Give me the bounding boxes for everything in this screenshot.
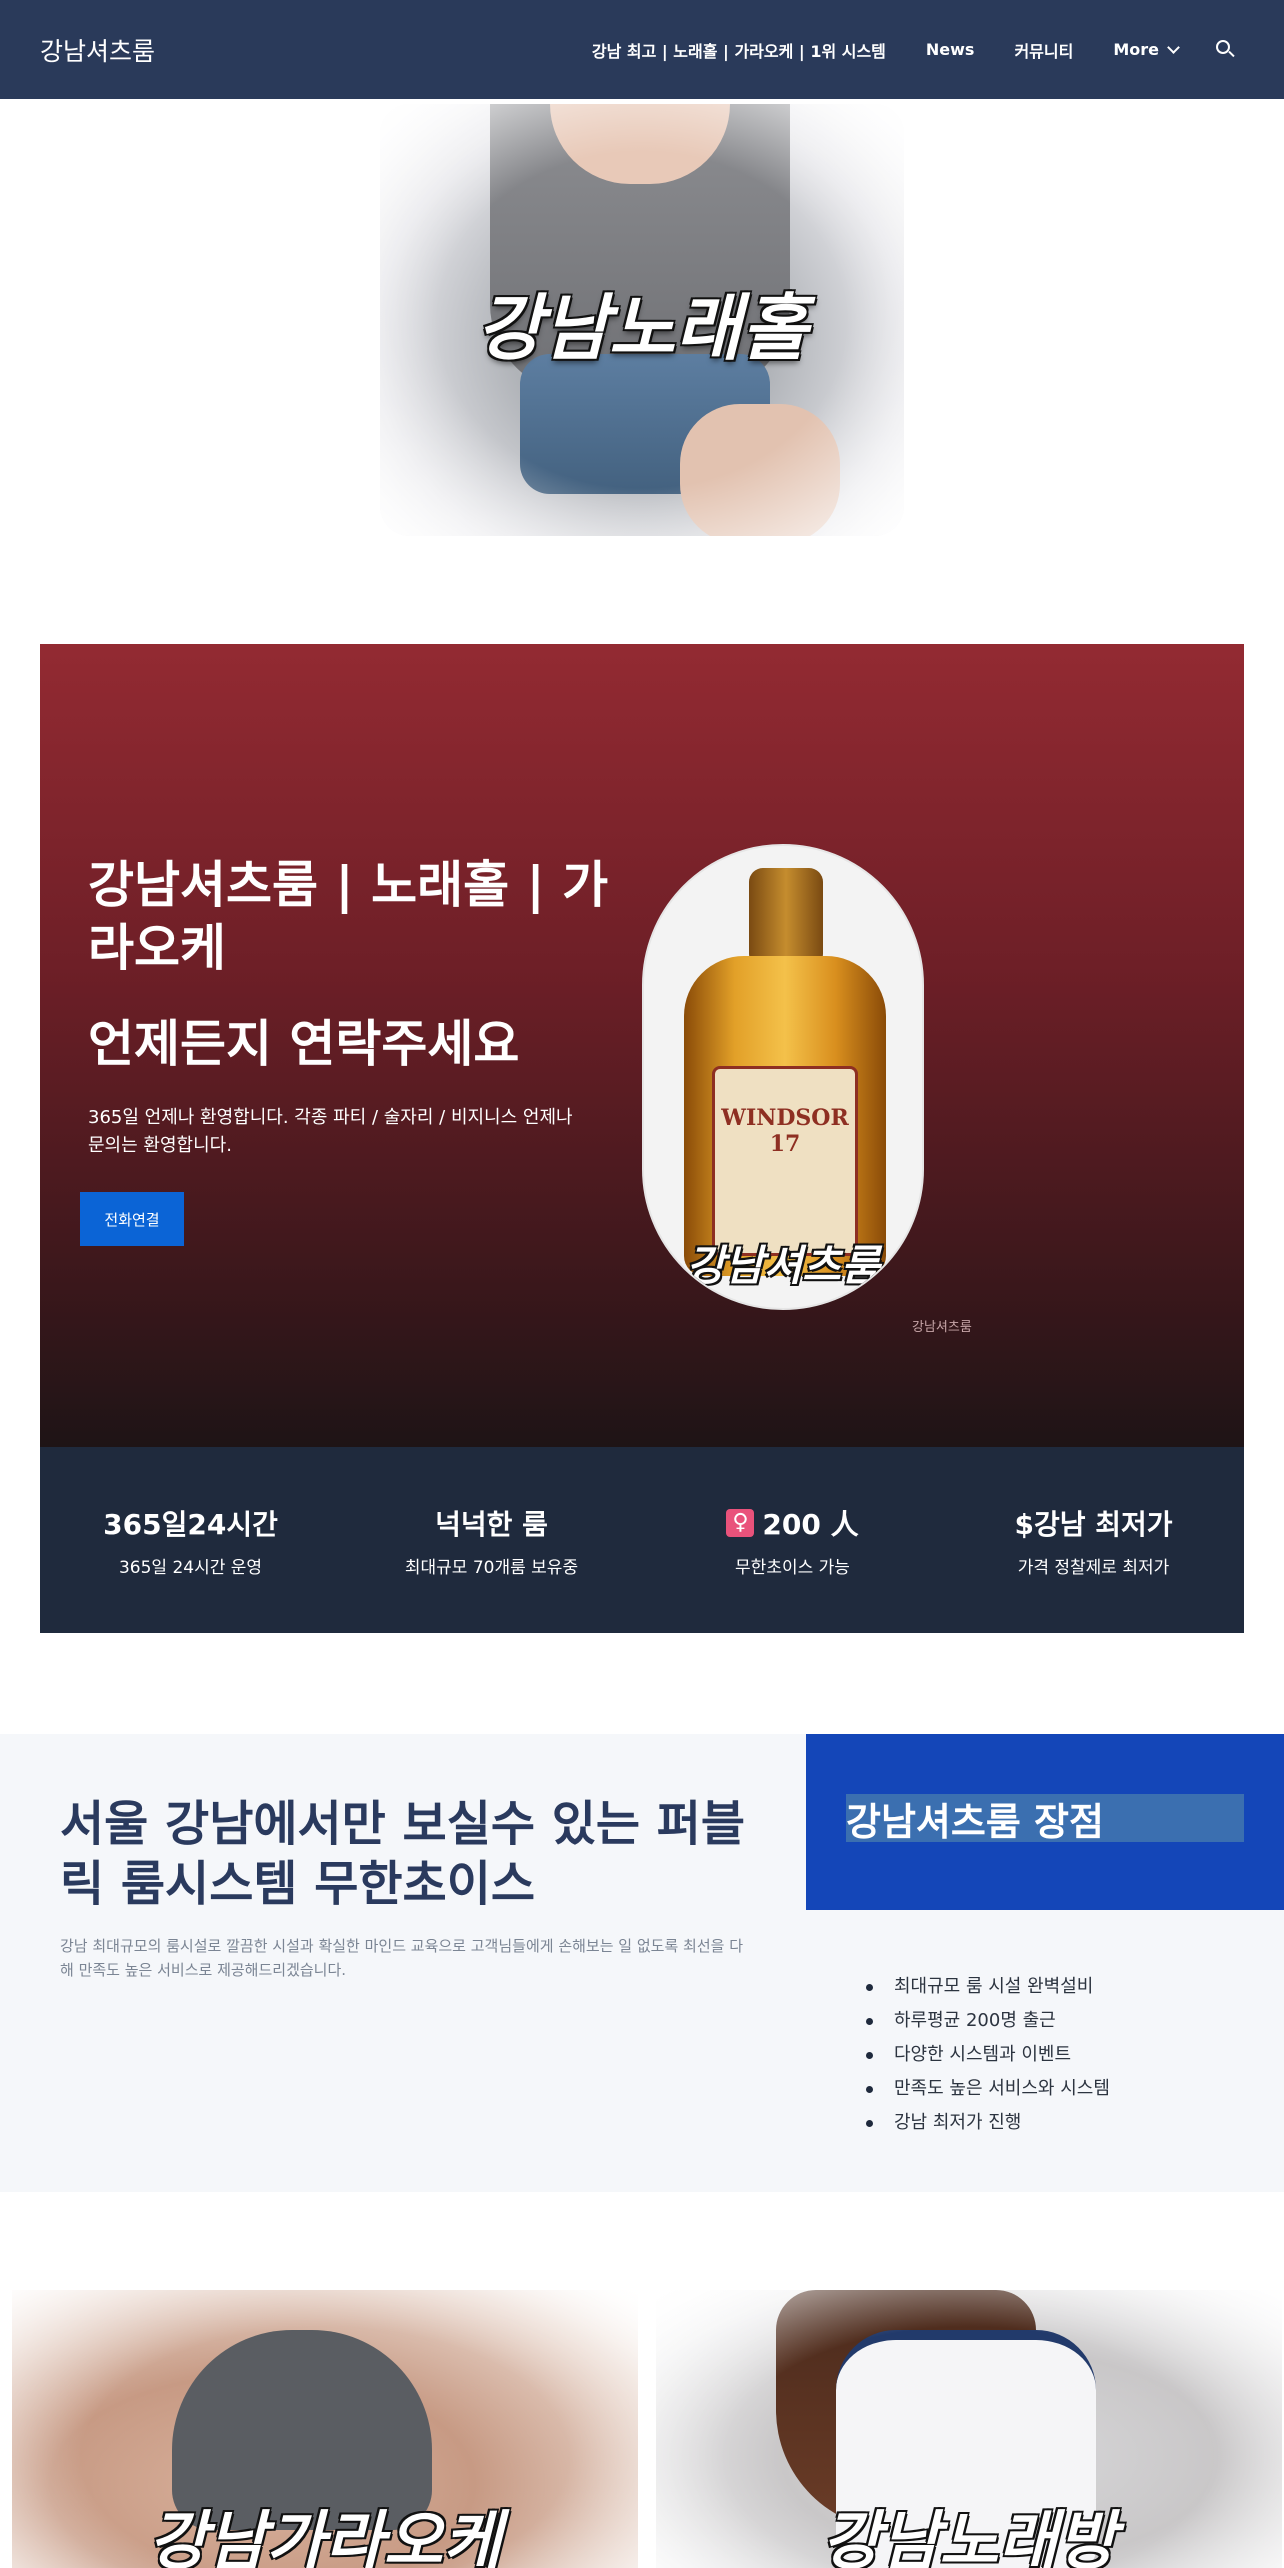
strength-text: 강남 최대규모의 룸시설로 깔끔한 시설과 확실한 마인드 교육으로 고객님들에… [60,1937,743,1979]
feature-rooms: 넉넉한 룸 최대규모 70개룸 보유중 [341,1447,642,1633]
search-icon[interactable] [1206,31,1244,69]
chevron-down-icon [1167,40,1180,54]
bottle-label-text: WINDSOR 17 [721,1105,849,1157]
feature-sub: 365일 24시간 운영 [118,1557,263,1578]
strength-section: 서울 강남에서만 보실수 있는 퍼블릭 룸시스템 무한초이스 강남 최대규모의 … [0,1734,1284,2192]
nav-item-more-label: More [1113,40,1159,59]
features-bar: 365일24시간 365일 24시간 운영 넉넉한 룸 최대규모 70개룸 보유… [40,1447,1244,1633]
feature-title: $강남 최저가 [1014,1507,1173,1541]
nav-item-news[interactable]: News [906,40,995,59]
call-button[interactable]: 전화연결 [80,1192,184,1246]
site-brand[interactable]: 강남셔츠룸 [40,32,155,68]
promo-heading: 강남셔츠룸 | 노래홀 | 가라오케 [88,856,609,977]
bottle-label: WINDSOR 17 [712,1066,858,1256]
gallery-image-noraebang[interactable]: 강남노래방 [656,2290,1282,2568]
nav-item-more[interactable]: More [1093,40,1198,59]
list-item: 만족도 높은 서비스와 시스템 [864,2072,1110,2106]
bottle-image: WINDSOR 17 강남셔츠룸 [642,844,924,1310]
bottle-caption: 강남셔츠룸 [686,1241,880,1290]
feature-choice: ♀ 200 人 무한초이스 가능 [642,1447,943,1633]
feature-hours: 365일24시간 365일 24시간 운영 [40,1447,341,1633]
list-item: 최대규모 룸 시설 완벽설비 [864,1970,1110,2004]
feature-title: 200 人 [762,1507,859,1541]
promo-section: 강남셔츠룸 | 노래홀 | 가라오케 언제든지 연락주세요 365일 언제나 환… [40,644,1244,1447]
nav-item-home[interactable]: 강남 최고 | 노래홀 | 가라오케 | 1위 시스템 [572,38,906,62]
image-credit: 강남셔츠룸 [912,1320,972,1335]
promo-text: 365일 언제나 환영합니다. 각종 파티 / 술자리 / 비지니스 언제나 문… [88,1107,573,1156]
list-item: 다양한 시스템과 이벤트 [864,2038,1110,2072]
gallery-caption: 강남노래방 [821,2505,1117,2568]
search-icon-handle [1228,50,1235,57]
feature-sub: 최대규모 70개룸 보유중 [404,1557,579,1578]
feature-sub: 가격 정찰제로 최저가 [1017,1557,1170,1578]
female-sign-icon: ♀ [726,1508,755,1537]
gallery-image-karaoke[interactable]: 강남가라오케 [12,2290,638,2568]
hero-title: 강남노래홀 [476,286,808,370]
advantages-list: 최대규모 룸 시설 완벽설비 하루평균 200명 출근 다양한 시스템과 이벤트… [864,1970,1110,2140]
feature-price: $강남 최저가 가격 정찰제로 최저가 [943,1447,1244,1633]
bottle-neck [749,868,823,968]
site-header: 강남셔츠룸 강남 최고 | 노래홀 | 가라오케 | 1위 시스템 News 커… [0,0,1284,99]
feature-title: 365일24시간 [103,1507,278,1541]
list-item: 하루평균 200명 출근 [864,2004,1110,2038]
strength-box: 강남셔츠룸 장점 [806,1734,1284,1910]
gallery-caption: 강남가라오케 [148,2505,502,2568]
promo-subheading: 언제든지 연락주세요 [88,1015,520,1073]
feature-sub: 무한초이스 가능 [735,1557,850,1578]
strength-box-title: 강남셔츠룸 장점 [846,1794,1244,1844]
list-item: 강남 최저가 진행 [864,2106,1110,2140]
feature-title-row: ♀ 200 人 [726,1503,859,1543]
nav-item-community[interactable]: 커뮤니티 [994,38,1093,62]
strength-heading: 서울 강남에서만 보실수 있는 퍼블릭 룸시스템 무한초이스 [60,1796,746,1912]
hero-image: 강남노래홀 [380,104,904,536]
feature-title: 넉넉한 룸 [435,1507,548,1541]
main-nav: 강남 최고 | 노래홀 | 가라오케 | 1위 시스템 News 커뮤니티 Mo… [572,0,1244,99]
